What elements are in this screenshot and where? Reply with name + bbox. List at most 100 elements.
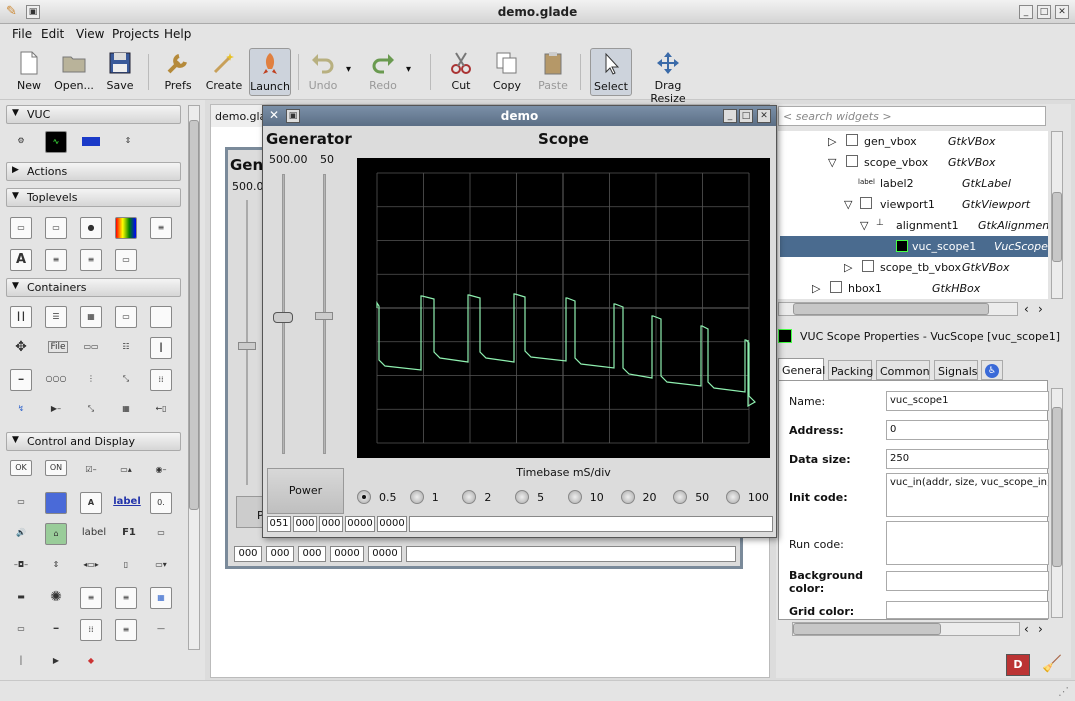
font-button-icon[interactable]: A (80, 492, 102, 514)
grid-color-field[interactable] (886, 601, 1049, 619)
radio-button-icon[interactable]: ◉– (150, 460, 172, 482)
resize-grip-icon[interactable]: ⋰ (1058, 685, 1069, 698)
save-button[interactable]: Save (104, 48, 136, 96)
minimize-button[interactable]: _ (1019, 5, 1033, 19)
scroll-left-icon[interactable]: ‹ (1024, 302, 1029, 316)
clear-icon[interactable]: 🧹 (1040, 654, 1064, 676)
text-view-icon[interactable]: ≡ (115, 619, 137, 641)
recent-chooser-icon[interactable]: ▭ (115, 249, 137, 271)
tree-vscrollbar[interactable] (1051, 131, 1063, 299)
layout-icon[interactable]: ⤡ (115, 369, 137, 391)
power-button[interactable]: Power (267, 468, 344, 514)
demo-minimize-button[interactable]: _ (723, 109, 737, 123)
search-widgets-input[interactable]: < search widgets > (778, 106, 1046, 126)
vuc-bar-icon[interactable] (80, 131, 102, 153)
spinner-icon[interactable]: ✺ (45, 587, 67, 609)
palette-group-actions[interactable]: ▶ Actions (6, 162, 181, 181)
init-code-field[interactable]: vuc_in(addr, size, vuc_scope_in, o (886, 473, 1049, 517)
scroll-thumb[interactable] (793, 623, 941, 635)
toolpalette-icon[interactable]: ☷ (115, 337, 137, 359)
tab-general[interactable]: General (778, 358, 825, 380)
entry-widget-icon[interactable]: ▭ (150, 523, 172, 545)
scrolled-window-icon[interactable]: ▦ (115, 399, 137, 421)
tree-row[interactable]: ▽ ⊥ alignment1 GtkAlignment (780, 215, 1048, 236)
hseparator-widget-icon[interactable]: ━ (45, 619, 67, 641)
redo-dropdown-icon[interactable]: ▾ (406, 64, 411, 75)
tab-packing[interactable]: Packing (828, 360, 873, 380)
fixed-icon[interactable]: ⁞⁞ (150, 369, 172, 391)
timebase-radio-50[interactable] (673, 490, 688, 504)
palette-scrollbar[interactable] (188, 105, 200, 650)
vscale-icon[interactable]: ⇕ (45, 555, 67, 577)
color-button-icon[interactable] (45, 492, 67, 514)
frequency-slider-thumb[interactable] (315, 312, 333, 320)
table-icon[interactable]: ▦ (80, 306, 102, 328)
vscrollbar-icon[interactable]: ▯ (115, 555, 137, 577)
vuc-scope-icon[interactable]: ∿ (45, 131, 67, 153)
hpaned-icon[interactable]: ┃ (150, 337, 172, 359)
background-color-field[interactable] (886, 571, 1049, 591)
select-button[interactable]: Select (590, 48, 632, 96)
image-widget-icon[interactable]: ⌂ (45, 523, 67, 545)
notebook-icon[interactable]: ▭ (115, 306, 137, 328)
about-dialog-icon[interactable]: ● (80, 217, 102, 239)
toggle-button-icon[interactable]: ON (45, 460, 67, 476)
data-size-field[interactable]: 250 (886, 449, 1049, 469)
hscrollbar-icon[interactable]: ◂▭▸ (80, 555, 102, 577)
file-chooser-button-icon[interactable]: ▭ (10, 492, 32, 514)
button-widget-icon[interactable]: OK (10, 460, 32, 476)
alignment-icon[interactable]: ✥ (10, 337, 32, 359)
tab-common[interactable]: Common (876, 360, 930, 380)
tree-row[interactable]: ▷ hbox1 GtkHBox (780, 278, 1048, 299)
color-dialog-icon[interactable] (115, 217, 137, 239)
run-code-field[interactable] (886, 521, 1049, 565)
launch-button[interactable]: Launch (249, 48, 291, 96)
handle-box-icon[interactable]: ←▯ (150, 399, 172, 421)
timebase-radio-10[interactable] (567, 490, 582, 504)
expander-icon[interactable]: ▶– (45, 399, 67, 421)
hseparator-icon[interactable]: — (150, 619, 172, 641)
scroll-thumb[interactable] (189, 120, 199, 510)
hbuttonbox-icon[interactable]: ○○○ (45, 369, 67, 391)
font-dialog-icon[interactable]: A (10, 249, 32, 271)
timebase-radio-0.5[interactable] (357, 490, 371, 504)
window-widget-icon[interactable]: ▭ (10, 217, 32, 239)
tab-demo-glade[interactable]: demo.glade (211, 105, 280, 127)
hbox-icon[interactable]: ┃┃ (10, 306, 32, 328)
demo-close-button[interactable]: ✕ (757, 109, 771, 123)
close-button[interactable]: ✕ (1055, 5, 1069, 19)
menu-projects[interactable]: Projects (112, 27, 159, 41)
open-button[interactable]: Open... (54, 48, 94, 96)
undo-dropdown-icon[interactable]: ▾ (346, 64, 351, 75)
redo-button[interactable]: Redo (366, 48, 400, 96)
icon-view-icon[interactable]: ≡ (115, 587, 137, 609)
tab-accessibility[interactable]: ♿ (981, 360, 1003, 380)
scroll-left-icon[interactable]: ‹ (1024, 622, 1029, 636)
palette-group-toplevels[interactable]: ▼ Toplevels (6, 188, 181, 207)
scroll-thumb[interactable] (793, 303, 989, 315)
demo-menu-button[interactable]: ▣ (286, 109, 300, 123)
statusbar-widget-icon[interactable]: ▭ (10, 619, 32, 641)
tree-row[interactable]: label label2 GtkLabel (780, 173, 1048, 194)
volume-button-icon[interactable]: 🔊 (10, 523, 32, 545)
demo-maximize-button[interactable]: □ (739, 109, 753, 123)
drawing-area-icon[interactable]: ◆ (80, 651, 102, 673)
dialog-widget-icon[interactable]: ▭ (45, 217, 67, 239)
timebase-radio-100[interactable] (725, 490, 740, 504)
cut-button[interactable]: Cut (444, 48, 478, 96)
create-button[interactable]: Create (204, 48, 244, 96)
tab-signals[interactable]: Signals (934, 360, 978, 380)
vbox-icon[interactable]: ☰ (45, 306, 67, 328)
check-button-icon[interactable]: ☑– (80, 460, 102, 482)
design-slider-thumb[interactable] (238, 342, 256, 350)
toolbar-widget-icon[interactable]: ▭▭ (80, 337, 102, 359)
tree-view-icon[interactable]: ≡ (80, 587, 102, 609)
docs-icon[interactable]: D (1006, 654, 1030, 676)
maximize-button[interactable]: □ (1037, 5, 1051, 19)
tree-row[interactable]: ▷ gen_vbox GtkVBox (780, 131, 1048, 152)
undo-button[interactable]: Undo (306, 48, 340, 96)
scroll-right-icon[interactable]: › (1038, 622, 1043, 636)
tree-hscrollbar[interactable] (778, 302, 1018, 316)
drag-resize-button[interactable]: Drag Resize (638, 48, 698, 105)
input-dialog-icon[interactable]: ≡ (45, 249, 67, 271)
